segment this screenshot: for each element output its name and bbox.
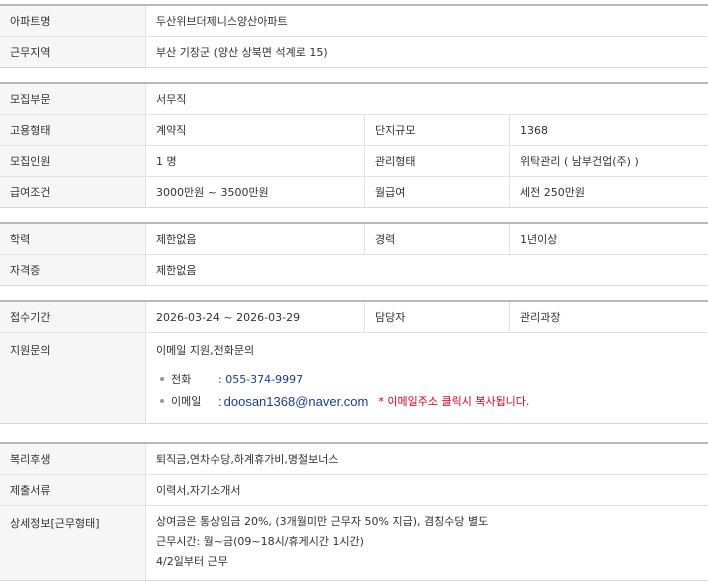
monthly-value: 세전 250만원 <box>520 186 585 199</box>
salary-label: 급여조건 <box>0 177 146 207</box>
detail-line-3: 4/2일부터 근무 <box>156 555 228 568</box>
docs-label: 제출서류 <box>0 475 146 505</box>
period-label: 접수기간 <box>0 302 146 332</box>
row-emp-type: 고용형태 계약직 단지규모 1368 <box>0 115 708 146</box>
row-salary: 급여조건 3000만원 ~ 3500만원 월급여 세전 250만원 <box>0 177 708 207</box>
email-copy-note: * 이메일주소 클릭시 복사됩니다. <box>378 395 530 408</box>
email-separator: : <box>218 393 222 409</box>
contact-list: 전화 : 055-374-9997 이메일 : doosan1368@naver… <box>156 368 529 412</box>
welfare-value: 퇴직금,연차수당,하계휴가비,명절보너스 <box>156 453 339 466</box>
detail-line-2: 근무시간: 월~금(09~18시/휴게시간 1시간) <box>156 535 364 548</box>
location-value: 부산 기장군 (양산 상북면 석계로 15) <box>156 46 328 59</box>
bullet-icon <box>160 399 164 403</box>
headcount-label: 모집인원 <box>0 146 146 176</box>
headcount-value: 1 명 <box>156 155 177 168</box>
row-documents: 제출서류 이력서,자기소개서 <box>0 475 708 506</box>
inquiry-value: 이메일 지원,전화문의 <box>156 344 255 357</box>
row-headcount: 모집인원 1 명 관리형태 위탁관리 ( 남부건업(주) ) <box>0 146 708 177</box>
bullet-icon <box>160 377 164 381</box>
row-apt-name: 아파트명 두산위브더제니스양산아파트 <box>0 6 708 37</box>
dept-label: 모집부문 <box>0 84 146 114</box>
phone-value: : 055-374-9997 <box>218 372 304 386</box>
career-label: 경력 <box>364 224 510 254</box>
mgmt-type-label: 관리형태 <box>364 146 510 176</box>
complex-size-value: 1368 <box>520 123 548 137</box>
edu-label: 학력 <box>0 224 146 254</box>
contact-email: 이메일 : doosan1368@naver.com * 이메일주소 클릭시 복… <box>156 390 529 412</box>
section-benefits: 복리후생 퇴직금,연차수당,하계휴가비,명절보너스 제출서류 이력서,자기소개서… <box>0 442 708 581</box>
monthly-label: 월급여 <box>364 177 510 207</box>
period-value: 2026-03-24 ~ 2026-03-29 <box>156 310 301 324</box>
row-dept: 모집부문 서무직 <box>0 84 708 115</box>
apt-name-value: 두산위브더제니스양산아파트 <box>156 15 288 28</box>
manager-value: 관리과장 <box>520 311 561 324</box>
dept-value: 서무직 <box>156 93 187 106</box>
row-period: 접수기간 2026-03-24 ~ 2026-03-29 담당자 관리과장 <box>0 302 708 333</box>
row-detail: 상세정보[근무형태] 상여금은 통상임금 20%, (3개월미만 근무자 50%… <box>0 506 708 580</box>
salary-value: 3000만원 ~ 3500만원 <box>156 186 269 199</box>
emp-type-label: 고용형태 <box>0 115 146 145</box>
career-value: 1년이상 <box>520 233 558 246</box>
detail-label: 상세정보[근무형태] <box>0 506 146 580</box>
emp-type-value: 계약직 <box>156 124 187 137</box>
edu-value: 제한없음 <box>156 233 197 246</box>
detail-line-1: 상여금은 통상임금 20%, (3개월미만 근무자 50% 지급), 겸칭수당 … <box>156 515 489 528</box>
inquiry-cell: 이메일 지원,전화문의 전화 : 055-374-9997 이메일 : doos… <box>146 333 708 423</box>
section-qualification: 학력 제한없음 경력 1년이상 자격증 제한없음 <box>0 222 708 286</box>
inquiry-label: 지원문의 <box>0 333 146 423</box>
manager-label: 담당자 <box>364 302 510 332</box>
complex-size-label: 단지규모 <box>364 115 510 145</box>
email-link[interactable]: doosan1368@naver.com <box>224 394 369 409</box>
row-education: 학력 제한없음 경력 1년이상 <box>0 224 708 255</box>
contact-phone: 전화 : 055-374-9997 <box>156 368 529 390</box>
location-label: 근무지역 <box>0 37 146 67</box>
phone-label: 전화 <box>171 373 192 386</box>
section-recruit: 모집부문 서무직 고용형태 계약직 단지규모 1368 모집인원 1 명 관리형… <box>0 82 708 208</box>
welfare-label: 복리후생 <box>0 444 146 474</box>
mgmt-type-value: 위탁관리 ( 남부건업(주) ) <box>520 155 639 168</box>
row-certificate: 자격증 제한없음 <box>0 255 708 285</box>
row-welfare: 복리후생 퇴직금,연차수당,하계휴가비,명절보너스 <box>0 444 708 475</box>
cert-label: 자격증 <box>0 255 146 285</box>
email-label: 이메일 <box>171 395 202 408</box>
cert-value: 제한없음 <box>156 264 197 277</box>
job-detail-table: 아파트명 두산위브더제니스양산아파트 근무지역 부산 기장군 (양산 상북면 석… <box>0 4 708 581</box>
section-apartment: 아파트명 두산위브더제니스양산아파트 근무지역 부산 기장군 (양산 상북면 석… <box>0 4 708 68</box>
docs-value: 이력서,자기소개서 <box>156 484 241 497</box>
row-inquiry: 지원문의 이메일 지원,전화문의 전화 : 055-374-9997 이메일 :… <box>0 333 708 423</box>
apt-name-label: 아파트명 <box>0 6 146 36</box>
row-location: 근무지역 부산 기장군 (양산 상북면 석계로 15) <box>0 37 708 67</box>
section-application: 접수기간 2026-03-24 ~ 2026-03-29 담당자 관리과장 지원… <box>0 300 708 424</box>
detail-cell: 상여금은 통상임금 20%, (3개월미만 근무자 50% 지급), 겸칭수당 … <box>146 506 708 580</box>
